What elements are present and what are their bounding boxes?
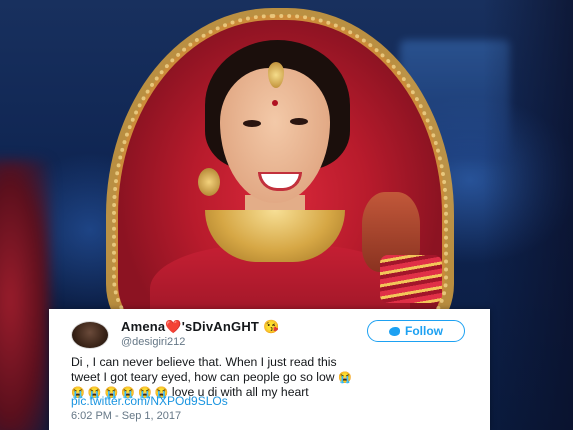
tweet-timestamp[interactable]: 6:02 PM - Sep 1, 2017 bbox=[71, 410, 181, 422]
background-blur-left bbox=[0, 160, 50, 430]
follow-label: Follow bbox=[405, 324, 443, 338]
display-name-text: Amena bbox=[121, 319, 166, 334]
display-name-suffix: 'sDivAnGHT bbox=[181, 319, 260, 334]
tweet-handle[interactable]: @desigiri212 bbox=[121, 336, 185, 348]
kiss-emoji-icon: 😘 bbox=[263, 319, 280, 334]
twitter-bird-icon bbox=[389, 326, 400, 336]
tweet-text-line-2: tweet I got teary eyed, how can people g… bbox=[71, 369, 335, 384]
follow-button[interactable]: Follow bbox=[367, 320, 465, 342]
crying-emoji-icon: 😭 bbox=[337, 371, 352, 384]
embedded-tweet-card: Amena❤️'sDivAnGHT 😘 @desigiri212 Follow D… bbox=[49, 309, 490, 430]
earring bbox=[198, 168, 220, 196]
tweet-display-name[interactable]: Amena❤️'sDivAnGHT 😘 bbox=[121, 319, 279, 335]
right-eye bbox=[290, 118, 308, 125]
user-avatar[interactable] bbox=[71, 321, 109, 349]
background-shade-right bbox=[483, 0, 573, 430]
tweet-text-line-1: Di , I can never believe that. When I ju… bbox=[71, 355, 337, 369]
bangles bbox=[380, 255, 442, 303]
left-eye bbox=[243, 120, 261, 127]
bindi bbox=[272, 100, 278, 106]
heart-icon: ❤️ bbox=[165, 319, 182, 334]
tweet-media-link[interactable]: pic.twitter.com/NXPOd9SLOs bbox=[71, 394, 228, 408]
